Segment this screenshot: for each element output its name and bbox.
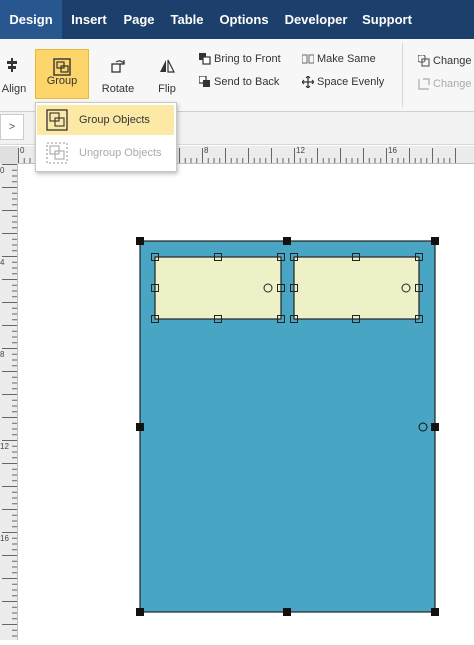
hruler-label-16: 16 [388, 146, 397, 155]
menu-page[interactable]: Page [116, 0, 162, 39]
menu-bar: Design Insert Page Table Options Develop… [0, 0, 474, 39]
hruler-label-8: 8 [204, 146, 209, 155]
menu-support[interactable]: Support [356, 0, 418, 39]
make-same-label: Make Same [317, 53, 376, 65]
change-shape-button[interactable]: Change [418, 52, 474, 70]
rotate-button[interactable]: Rotate [98, 47, 138, 99]
space-evenly-icon [302, 76, 314, 88]
send-to-back-icon [199, 76, 210, 87]
panel-expand-button[interactable]: > [0, 114, 24, 140]
bring-to-front-button[interactable]: Bring to Front [199, 50, 294, 68]
ribbon-separator [402, 43, 403, 107]
align-icon [7, 58, 17, 72]
vruler-label-8: 8 [0, 350, 5, 359]
menu-developer[interactable]: Developer [276, 0, 356, 39]
group-objects-icon [46, 109, 68, 131]
space-evenly-label: Space Evenly [317, 76, 385, 88]
ungroup-objects-item[interactable]: Ungroup Objects [37, 138, 174, 168]
ungroup-objects-label: Ungroup Objects [79, 147, 162, 159]
change-connector-icon [418, 78, 430, 90]
inner-box-right[interactable] [293, 256, 420, 320]
change-connector-button[interactable]: Change [418, 75, 474, 93]
menu-table[interactable]: Table [162, 0, 212, 39]
align-button[interactable]: Align [0, 47, 28, 99]
ruler-corner [0, 146, 18, 164]
change-shape-label: Change [433, 55, 472, 67]
vertical-ruler: 0 4 8 12 16 [0, 164, 18, 640]
bring-to-front-icon [199, 53, 211, 65]
vruler-label-12: 12 [0, 442, 9, 451]
flip-label[interactable]: Flip [148, 83, 186, 95]
align-label: Align [1, 83, 27, 95]
make-same-icon [302, 54, 314, 64]
change-connector-label: Change [433, 78, 472, 90]
group-button[interactable]: Group [35, 49, 89, 99]
rotate-icon [111, 60, 125, 73]
group-dropdown-menu: Group Objects Ungroup Objects [35, 102, 177, 172]
rotate-label: Rotate [101, 83, 135, 95]
send-to-back-label: Send to Back [214, 76, 280, 88]
bring-to-front-label: Bring to Front [214, 53, 281, 65]
vertical-ruler-ticks [2, 164, 17, 637]
send-to-back-button[interactable]: Send to Back [199, 73, 294, 91]
menu-insert[interactable]: Insert [62, 0, 116, 39]
menu-design[interactable]: Design [0, 0, 62, 39]
space-evenly-button[interactable]: Space Evenly [302, 73, 387, 91]
flip-button[interactable]: Flip [148, 47, 186, 99]
group-label: Group [46, 75, 78, 87]
make-same-button[interactable]: Make Same [302, 50, 382, 68]
drawing-canvas[interactable] [18, 164, 474, 640]
group-objects-label: Group Objects [79, 114, 150, 126]
vruler-label-0: 0 [0, 166, 5, 175]
menu-options[interactable]: Options [212, 0, 276, 39]
vruler-label-16: 16 [0, 534, 9, 543]
vruler-label-4: 4 [0, 258, 5, 267]
group-objects-item[interactable]: Group Objects [37, 105, 174, 135]
inner-box-left[interactable] [154, 256, 282, 320]
canvas-drawing [136, 237, 439, 616]
group-icon [53, 58, 71, 76]
hruler-label-12: 12 [296, 146, 305, 155]
ungroup-objects-icon [46, 142, 68, 164]
change-shape-icon [418, 55, 430, 67]
hruler-label-0: 0 [20, 146, 25, 155]
flip-icon [160, 59, 175, 73]
